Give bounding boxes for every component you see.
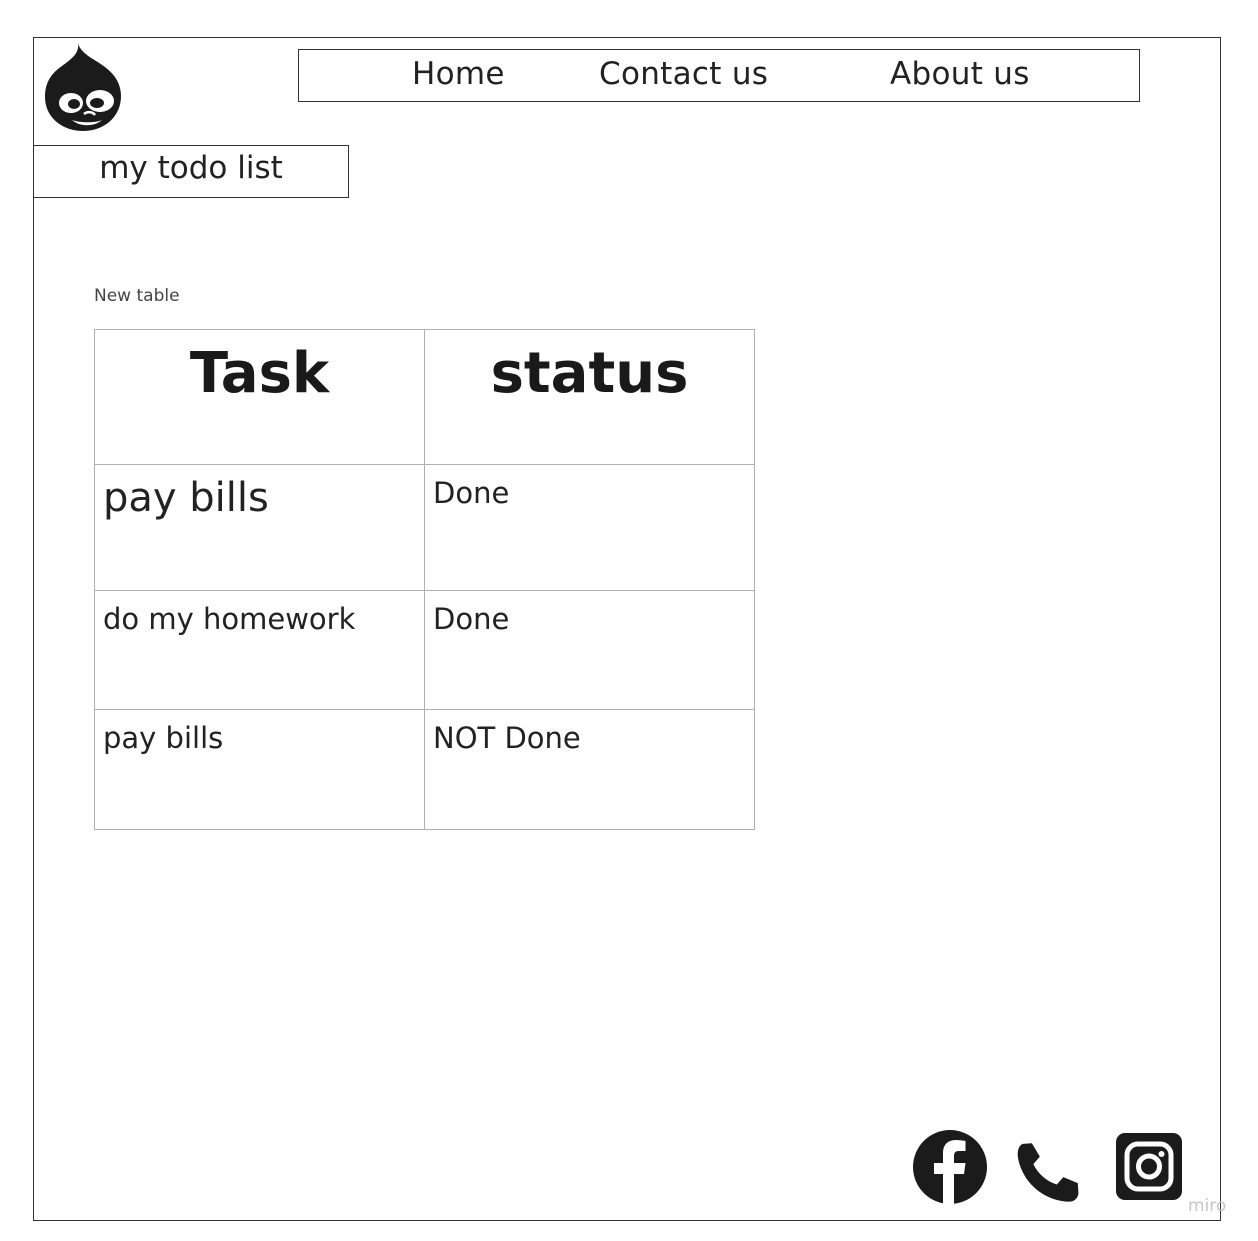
phone-icon[interactable]: [1016, 1140, 1084, 1210]
status-cell: Done: [424, 590, 755, 710]
page-title: my todo list: [33, 145, 349, 198]
task-cell: pay bills: [94, 464, 425, 591]
main-nav: Home Contact us About us: [298, 49, 1140, 102]
table-caption: New table: [94, 286, 180, 306]
column-header-status: status: [424, 329, 755, 465]
todo-table: Task status pay bills Done do my homewor…: [94, 329, 755, 830]
status-cell: NOT Done: [424, 709, 755, 830]
instagram-icon[interactable]: [1116, 1133, 1182, 1204]
site-logo[interactable]: [44, 41, 124, 133]
table-row[interactable]: pay bills Done: [94, 464, 755, 591]
table-header-row: Task status: [94, 329, 755, 465]
table-row[interactable]: pay bills NOT Done: [94, 709, 755, 830]
nav-about-link[interactable]: About us: [890, 50, 1030, 98]
facebook-icon[interactable]: [913, 1130, 987, 1208]
nav-home-link[interactable]: Home: [412, 50, 505, 98]
table-row[interactable]: do my homework Done: [94, 590, 755, 710]
task-cell: pay bills: [94, 709, 425, 830]
nav-contact-link[interactable]: Contact us: [599, 50, 768, 98]
drupal-drop-logo: [45, 43, 121, 131]
column-header-task: Task: [94, 329, 425, 465]
status-cell: Done: [424, 464, 755, 591]
miro-watermark: miro: [1188, 1196, 1227, 1216]
task-cell: do my homework: [94, 590, 425, 710]
